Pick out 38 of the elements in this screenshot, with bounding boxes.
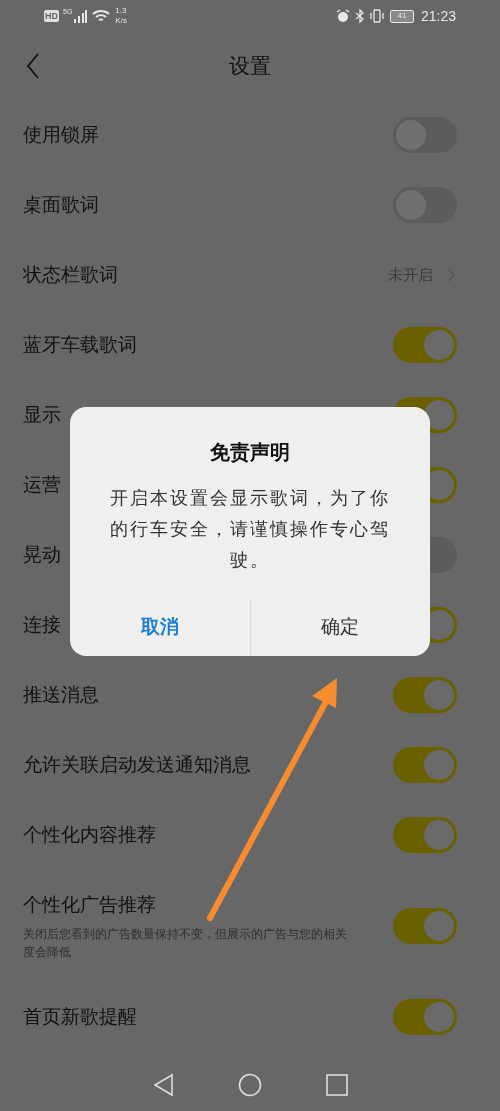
setting-label: 推送消息 <box>23 682 99 707</box>
setting-label: 状态栏歌词 <box>23 262 118 287</box>
hd-badge: HD <box>44 10 59 22</box>
setting-label: 个性化内容推荐 <box>23 822 156 847</box>
signal-icon <box>73 9 88 23</box>
toggle-switch[interactable] <box>393 908 457 944</box>
setting-label: 运营 <box>23 472 61 497</box>
toggle-switch[interactable] <box>393 747 457 783</box>
setting-label: 个性化广告推荐 <box>23 892 157 917</box>
setting-label: 连接 <box>23 612 61 637</box>
speed-value: 1.3 <box>115 6 127 16</box>
toggle-switch[interactable] <box>393 677 457 713</box>
wifi-icon <box>92 9 111 23</box>
setting-label: 晃动 <box>23 542 61 567</box>
toggle-switch[interactable] <box>393 817 457 853</box>
toggle-switch[interactable] <box>393 327 457 363</box>
nav-recents-icon[interactable] <box>326 1074 348 1096</box>
toggle-switch[interactable] <box>393 999 457 1035</box>
setting-label: 桌面歌词 <box>23 192 99 217</box>
setting-label: 允许关联启动发送通知消息 <box>23 752 251 777</box>
dialog-title: 免责声明 <box>209 440 291 465</box>
dialog-button[interactable]: 取消 <box>70 598 250 656</box>
nav-back-icon[interactable] <box>152 1073 174 1097</box>
page-title: 设置 <box>229 53 271 80</box>
vibrate-icon <box>368 9 385 23</box>
dialog-message: 开启本设置会显示歌词，为了你的行车安全，请谨慎操作专心驾驶。 <box>110 487 390 572</box>
back-icon[interactable] <box>26 53 40 79</box>
battery-indicator: 41 <box>389 9 414 23</box>
bluetooth-icon <box>354 9 365 23</box>
setting-label: 蓝牙车载歌词 <box>23 332 137 357</box>
status-time: 21:23 <box>420 6 456 26</box>
alarm-icon <box>335 9 350 23</box>
speed-unit: K/s <box>115 16 127 26</box>
setting-label: 使用锁屏 <box>23 122 99 147</box>
dialog-button[interactable]: 确定 <box>249 598 430 656</box>
setting-label: 显示 <box>23 402 61 427</box>
nav-home-icon[interactable] <box>238 1073 262 1097</box>
setting-label: 首页新歌提醒 <box>23 1004 137 1029</box>
